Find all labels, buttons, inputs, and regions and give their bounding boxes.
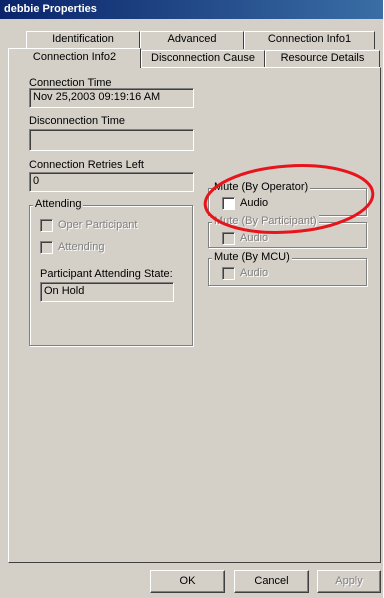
- connection-time-field[interactable]: Nov 25,2003 09:19:16 AM: [29, 88, 194, 108]
- disconnection-time-label: Disconnection Time: [29, 115, 125, 127]
- mute-mcu-audio-label: Audio: [240, 267, 269, 279]
- attending-state-label: Participant Attending State:: [40, 268, 173, 280]
- tab-resource-details[interactable]: Resource Details: [265, 50, 380, 67]
- tab-disconnection-cause[interactable]: Disconnection Cause: [141, 50, 265, 67]
- oper-participant-checkbox[interactable]: [40, 219, 53, 232]
- tab-advanced[interactable]: Advanced: [140, 31, 244, 49]
- mute-participant-audio-label: Audio: [240, 232, 269, 244]
- mute-mcu-legend: Mute (By MCU): [212, 251, 292, 263]
- ok-button[interactable]: OK: [150, 570, 225, 593]
- tab-connection-info2[interactable]: Connection Info2: [8, 48, 141, 68]
- connection-retries-field[interactable]: 0: [29, 172, 194, 192]
- attending-label: Attending: [58, 241, 105, 253]
- mute-participant-legend: Mute (By Participant): [212, 215, 319, 227]
- tab-identification[interactable]: Identification: [26, 31, 140, 49]
- mute-operator-legend: Mute (By Operator): [212, 181, 311, 193]
- mute-operator-audio-label: Audio: [240, 197, 269, 209]
- connection-retries-label: Connection Retries Left: [29, 159, 144, 171]
- tab-connection-info1[interactable]: Connection Info1: [244, 31, 375, 49]
- mute-mcu-audio-checkbox[interactable]: [222, 267, 235, 280]
- mute-participant-audio-checkbox[interactable]: [222, 232, 235, 245]
- apply-button[interactable]: Apply: [317, 570, 381, 593]
- cancel-button[interactable]: Cancel: [234, 570, 309, 593]
- mute-operator-audio-checkbox[interactable]: [222, 197, 235, 210]
- attending-legend: Attending: [33, 198, 84, 210]
- attending-state-field[interactable]: On Hold: [40, 282, 174, 302]
- attending-checkbox[interactable]: [40, 241, 53, 254]
- properties-dialog: debbie Properties Identification Advance…: [0, 0, 383, 598]
- oper-participant-label: Oper Participant: [58, 219, 138, 231]
- window-title: debbie Properties: [0, 0, 383, 19]
- disconnection-time-field[interactable]: [29, 129, 194, 151]
